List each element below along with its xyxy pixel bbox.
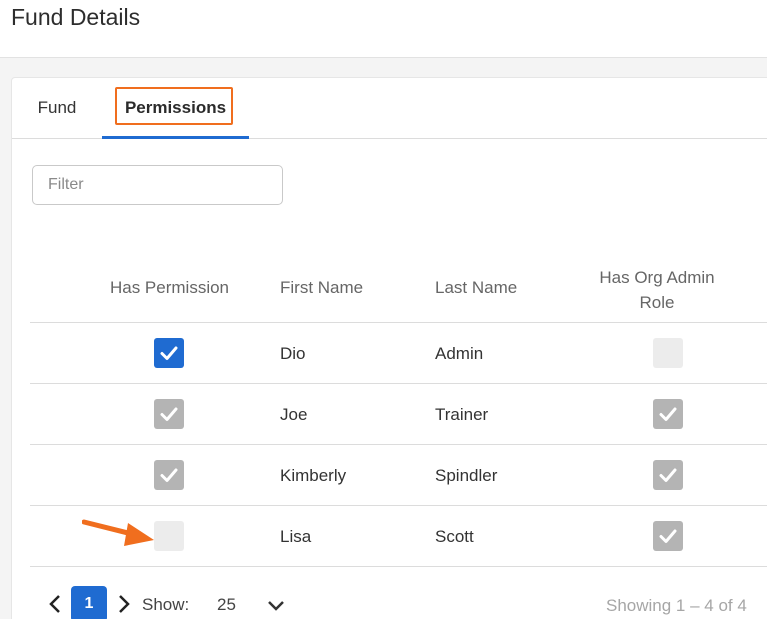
tab-fund[interactable]: Fund [36,78,78,138]
column-header-first-name: First Name [280,278,364,297]
page-size-select[interactable]: 25 [217,595,236,615]
check-icon [659,407,677,421]
chevron-down-icon[interactable] [265,596,287,616]
tab-permissions[interactable]: Permissions [102,78,249,139]
page-header: Fund Details [0,0,767,58]
column-header-last-name: Last Name [435,278,518,297]
page-button-current[interactable]: 1 [71,586,107,619]
active-tab-indicator [102,136,249,139]
has-org-admin-role-checkbox [653,338,683,368]
column-header-has-org-admin-role-line1: Has Org Admin [599,268,715,287]
page-title: Fund Details [11,4,141,30]
tab-permissions-label: Permissions [124,98,227,117]
chevron-right-icon[interactable] [115,593,133,615]
check-icon [160,407,178,421]
last-name-cell: Admin [435,344,484,363]
chevron-left-icon[interactable] [46,593,64,615]
table-divider [30,505,767,506]
page-size-label: Show: [142,595,190,614]
column-header-has-org-admin-role: Has Org Admin Role [572,265,742,315]
has-org-admin-role-checkbox [653,521,683,551]
column-header-has-permission: Has Permission [109,278,230,297]
results-summary: Showing 1 – 4 of 4 [606,596,747,615]
has-permission-checkbox[interactable] [154,338,184,368]
has-org-admin-role-checkbox [653,460,683,490]
has-permission-checkbox [154,460,184,490]
last-name-cell: Trainer [435,405,489,424]
has-org-admin-role-checkbox [653,399,683,429]
table-divider [30,322,767,323]
has-permission-checkbox [154,399,184,429]
column-header-has-org-admin-role-line2: Role [639,293,675,312]
table-divider [30,444,767,445]
annotation-arrow-icon [82,519,154,546]
first-name-cell: Kimberly [280,466,347,485]
check-icon [659,529,677,543]
last-name-cell: Spindler [435,466,498,485]
last-name-cell: Scott [435,527,474,546]
fund-details-card: Fund Permissions Has Permission First Na… [11,77,767,619]
filter-input[interactable] [32,165,283,205]
check-icon [160,468,178,482]
check-icon [659,468,677,482]
first-name-cell: Joe [280,405,308,424]
tab-bar: Fund Permissions [12,78,767,139]
table-divider [30,383,767,384]
table-divider [30,566,767,567]
first-name-cell: Lisa [280,527,312,546]
check-icon [160,346,178,360]
first-name-cell: Dio [280,344,306,363]
